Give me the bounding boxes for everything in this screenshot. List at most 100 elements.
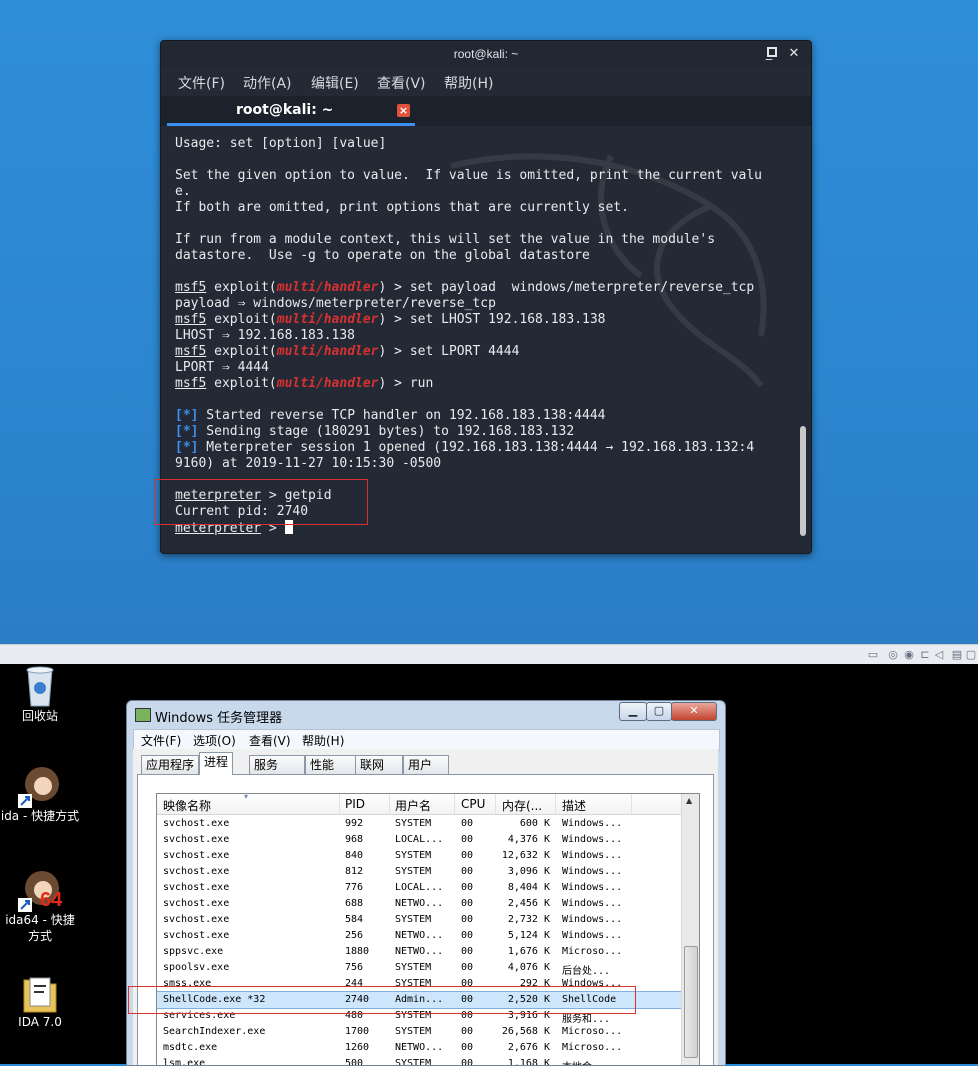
maximize-button[interactable]: ▢ xyxy=(646,702,672,721)
process-row[interactable]: svchost.exe 992 SYSTEM 00 600 K Windows... xyxy=(157,816,681,832)
desktop-icon-ida[interactable]: ida - 快捷方式 xyxy=(0,764,80,824)
terminal-prompt-line: msf5 exploit(multi/handler) > set LPORT … xyxy=(175,344,520,359)
scroll-up-icon[interactable]: ▲ xyxy=(686,796,692,805)
terminal-scrollbar[interactable] xyxy=(797,126,811,551)
process-row[interactable]: svchost.exe 776 LOCAL... 00 8,404 K Windows..… xyxy=(157,880,681,896)
menu-action[interactable]: 动作(A) xyxy=(243,73,292,93)
pid-cell: 688 xyxy=(345,898,364,909)
vm-status-strip: ▭ ◎ ◉ ⊏ ◁ ▤ ▢ xyxy=(0,644,978,665)
menu-edit[interactable]: 编辑(E) xyxy=(311,73,359,93)
tab-services[interactable]: 服务 xyxy=(249,755,305,774)
description-cell: Windows... xyxy=(562,834,623,845)
maximize-button[interactable] xyxy=(764,44,780,60)
column-divider[interactable] xyxy=(555,794,556,814)
terminal-line: datastore. Use -g to operate on the glob… xyxy=(175,248,590,263)
hdd-icon[interactable]: ▭ xyxy=(866,648,880,661)
description-cell: Windows... xyxy=(562,930,623,941)
desktop-icon-ida64[interactable]: 64 ida64 - 快捷方式 xyxy=(0,868,80,944)
desktop-icon-ida-folder[interactable]: IDA 7.0 xyxy=(0,970,80,1030)
pid-cell: 776 xyxy=(345,882,364,893)
column-header-cpu[interactable]: CPU xyxy=(461,797,485,811)
terminal-tabbar: root@kali: ~ × xyxy=(161,96,811,126)
process-row[interactable]: SearchIndexer.exe 1700 SYSTEM 00 26,568 K Mic… xyxy=(157,1024,681,1040)
column-divider[interactable] xyxy=(495,794,496,814)
menu-view[interactable]: 查看(V) xyxy=(249,732,291,749)
column-header-image-name[interactable]: 映像名称 xyxy=(163,797,211,814)
terminal-scroll-thumb[interactable] xyxy=(800,426,806,536)
tab-close-icon[interactable]: × xyxy=(397,104,410,117)
column-header-memory[interactable]: 内存(... xyxy=(502,797,542,814)
column-divider[interactable] xyxy=(389,794,390,814)
close-icon[interactable]: ✕ xyxy=(786,46,802,62)
menu-help[interactable]: 帮助(H) xyxy=(302,732,344,749)
processes-tab-page: 映像名称 ▾ PID 用户名 CPU 内存(... 描述 svchost.exe… xyxy=(137,774,714,1066)
terminal-menubar: 文件(F) 动作(A) 编辑(E) 查看(V) 帮助(H) xyxy=(161,69,811,95)
process-row[interactable]: spoolsv.exe 756 SYSTEM 00 4,076 K 后台处... xyxy=(157,960,681,977)
menu-help[interactable]: 帮助(H) xyxy=(444,73,493,93)
process-row[interactable]: lsm.exe 500 SYSTEM 00 1,168 K 本地会... xyxy=(157,1056,681,1066)
column-divider[interactable] xyxy=(631,794,632,814)
process-row[interactable]: svchost.exe 840 SYSTEM 00 12,632 K Windows... xyxy=(157,848,681,864)
menu-options[interactable]: 选项(O) xyxy=(193,732,236,749)
process-row[interactable]: svchost.exe 968 LOCAL... 00 4,376 K Windows..… xyxy=(157,832,681,848)
pid-cell: 256 xyxy=(345,930,364,941)
terminal-prompt-line: msf5 exploit(multi/handler) > set payloa… xyxy=(175,280,755,295)
minimize-button[interactable]: ▁ xyxy=(619,702,647,721)
menu-view[interactable]: 查看(V) xyxy=(377,73,426,93)
close-button[interactable]: ✕ xyxy=(671,702,717,721)
desktop-icon-label: IDA 7.0 xyxy=(18,1015,62,1029)
column-divider[interactable] xyxy=(339,794,340,814)
process-list-scroll-thumb[interactable] xyxy=(684,946,698,1058)
description-cell: Windows... xyxy=(562,850,623,861)
menu-file[interactable]: 文件(F) xyxy=(178,73,225,93)
cpu-cell: 00 xyxy=(461,850,474,861)
pid-cell: 1880 xyxy=(345,946,370,957)
process-row[interactable]: svchost.exe 256 NETWO... 00 5,124 K Windows..… xyxy=(157,928,681,944)
memory-cell: 2,732 K xyxy=(507,914,550,925)
process-name-cell: lsm.exe xyxy=(163,1058,206,1066)
terminal-window[interactable]: root@kali: ~ _ ✕ 文件(F) 动作(A) 编辑(E) 查看(V)… xyxy=(160,40,812,554)
process-name-cell: svchost.exe xyxy=(163,834,230,845)
process-list-scrollbar[interactable]: ▲ xyxy=(681,794,699,1065)
column-divider[interactable] xyxy=(454,794,455,814)
terminal-line: Set the given option to value. If value … xyxy=(175,168,762,183)
message-icon[interactable]: ▢ xyxy=(964,648,978,661)
tab-networking[interactable]: 联网 xyxy=(355,755,403,774)
usb-icon[interactable]: ◉ xyxy=(902,648,916,661)
tab-users[interactable]: 用户 xyxy=(403,755,449,774)
task-manager-menubar: 文件(F) 选项(O) 查看(V) 帮助(H) xyxy=(133,729,720,751)
sound-icon[interactable]: ◁ xyxy=(932,648,946,661)
terminal-line: LHOST ⇒ 192.168.183.138 xyxy=(175,328,356,343)
terminal-tab[interactable]: root@kali: ~ × xyxy=(167,96,415,126)
desktop-icon-recycle-bin[interactable]: 回收站 xyxy=(0,664,80,724)
terminal-titlebar[interactable]: root@kali: ~ _ ✕ xyxy=(161,41,811,69)
pid-cell: 1260 xyxy=(345,1042,370,1053)
user-cell: SYSTEM xyxy=(395,1058,432,1066)
terminal-prompt-line: msf5 exploit(multi/handler) > run xyxy=(175,376,434,391)
process-list[interactable]: 映像名称 ▾ PID 用户名 CPU 内存(... 描述 svchost.exe… xyxy=(156,793,700,1066)
column-header-pid[interactable]: PID xyxy=(345,797,365,811)
terminal-line: Usage: set [option] [value] xyxy=(175,136,387,151)
process-row[interactable]: svchost.exe 584 SYSTEM 00 2,732 K Windows... xyxy=(157,912,681,928)
pid-cell: 500 xyxy=(345,1058,364,1066)
process-row[interactable]: msdtc.exe 1260 NETWO... 00 2,676 K Microso... xyxy=(157,1040,681,1056)
menu-file[interactable]: 文件(F) xyxy=(141,732,181,749)
user-cell: SYSTEM xyxy=(395,866,432,877)
tab-processes[interactable]: 进程 xyxy=(199,752,234,775)
highlight-box-getpid xyxy=(154,479,368,525)
process-name-cell: msdtc.exe xyxy=(163,1042,218,1053)
pid-cell: 968 xyxy=(345,834,364,845)
printer-icon[interactable]: ▤ xyxy=(950,648,964,661)
process-row[interactable]: svchost.exe 688 NETWO... 00 2,456 K Windows..… xyxy=(157,896,681,912)
cpu-cell: 00 xyxy=(461,914,474,925)
column-header-description[interactable]: 描述 xyxy=(562,797,586,814)
column-header-user[interactable]: 用户名 xyxy=(395,797,431,814)
tab-applications[interactable]: 应用程序 xyxy=(141,755,200,774)
process-row[interactable]: svchost.exe 812 SYSTEM 00 3,096 K Windows... xyxy=(157,864,681,880)
tab-performance[interactable]: 性能 xyxy=(305,755,357,774)
cd-icon[interactable]: ◎ xyxy=(886,648,900,661)
process-row[interactable]: sppsvc.exe 1880 NETWO... 00 1,676 K Microso..… xyxy=(157,944,681,960)
network-icon[interactable]: ⊏ xyxy=(918,648,932,661)
pid-cell: 992 xyxy=(345,818,364,829)
memory-cell: 26,568 K xyxy=(501,1026,550,1037)
